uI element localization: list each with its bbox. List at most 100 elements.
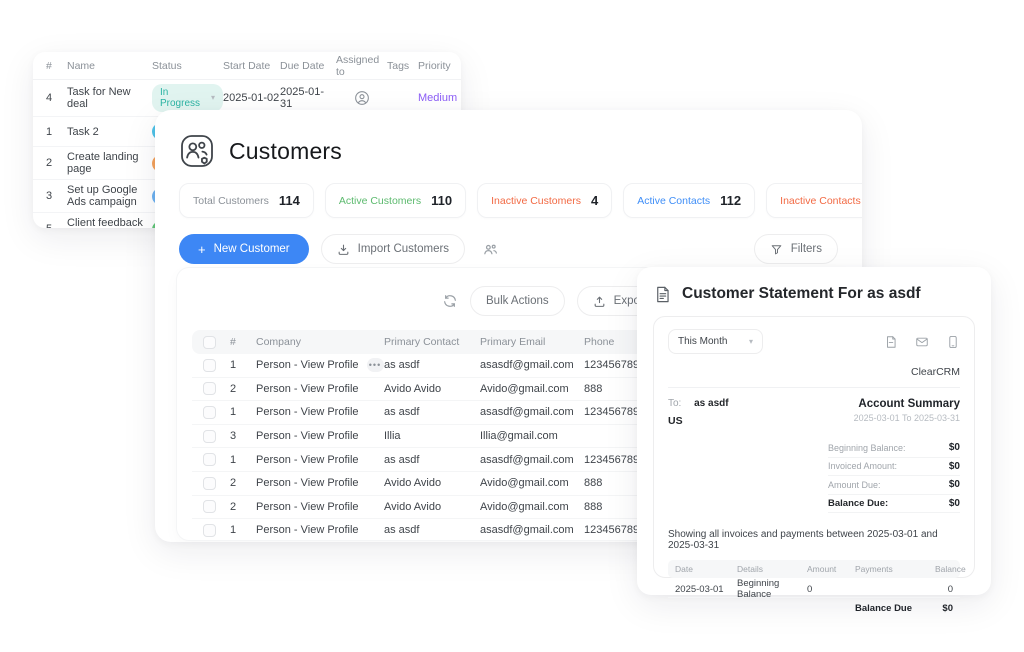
stat-card-active-customers: Active Customers 110 [325,183,466,218]
stat-value: 4 [591,193,598,208]
invoice-row: 2025-03-01 Beginning Balance 0 0 [668,578,960,598]
email-icon[interactable] [915,335,929,349]
primary-email: asasdf@gmail.com [480,406,584,418]
bulk-actions-button[interactable]: Bulk Actions [470,286,565,316]
col-company: Company [256,336,384,348]
stat-card-total-customers: Total Customers 114 [179,183,314,218]
period-select-value: This Month [678,336,727,347]
row-number: 3 [230,430,256,442]
stat-label: Inactive Contacts [780,195,861,207]
primary-contact: Avido Avido [384,501,480,513]
task-name: Task 2 [67,126,152,138]
priority-label: Medium [418,92,457,104]
company-link[interactable]: Person - View Profile [256,383,384,395]
col-status: Status [152,60,223,72]
row-checkbox[interactable] [203,430,216,443]
invoice-table-footer: Balance Due $0 [668,598,960,618]
plus-icon: + [198,243,206,256]
stat-value: 114 [279,193,300,208]
priority-dropdown[interactable]: Medium ▾ [418,92,461,104]
primary-contact: as asdf [384,454,480,466]
company-link[interactable]: Person - View Profile [256,430,384,442]
summary-row: Amount Due: $0 [828,476,960,495]
download-icon [337,243,350,256]
col-priority: Priority [418,60,455,72]
primary-email: Avido@gmail.com [480,501,584,513]
row-checkbox[interactable] [203,406,216,419]
company-link[interactable]: Person - View Profile [256,406,384,418]
primary-contact: as asdf [384,406,480,418]
col-primary-email: Primary Email [480,336,584,348]
row-checkbox[interactable] [203,500,216,513]
row-number: 1 [230,454,256,466]
filter-icon [770,243,783,256]
filters-button[interactable]: Filters [754,234,838,264]
task-name: Task for New deal [67,86,152,110]
invoice-table-header: Date Details Amount Payments Balance [668,560,960,578]
new-customer-button[interactable]: + New Customer [179,234,309,264]
balance-due-label: Balance Due [855,603,935,614]
import-customers-label: Import Customers [358,243,449,255]
row-number: 1 [230,359,256,371]
tasks-table-header: # Name Status Start Date Due Date Assign… [33,52,461,80]
row-number: 1 [230,406,256,418]
col-due-date: Due Date [280,60,336,72]
phone-icon[interactable] [946,335,960,349]
row-checkbox[interactable] [203,359,216,372]
col-details: Details [737,564,807,574]
invoice-date: 2025-03-01 [675,584,737,595]
brand-name: ClearCRM [668,366,960,378]
stat-label: Total Customers [193,195,269,207]
company-link[interactable]: Person - View Profile [256,454,384,466]
primary-contact: as asdf [384,524,480,536]
row-checkbox[interactable] [203,524,216,537]
statement-title: Customer Statement For as asdf [682,285,921,303]
col-tags: Tags [387,60,418,72]
company-link[interactable]: Person - View Profile [256,501,384,513]
upload-icon [593,295,606,308]
col-num: # [230,336,256,348]
primary-contact: as asdf [384,359,480,371]
account-summary-title: Account Summary [854,398,960,410]
company-link[interactable]: Person - View Profile [256,524,384,536]
row-checkbox[interactable] [203,453,216,466]
col-start-date: Start Date [223,60,280,72]
invoice-balance: 0 [935,584,953,595]
refresh-icon[interactable] [442,293,458,309]
col-primary-contact: Primary Contact [384,336,480,348]
summary-row: Beginning Balance: $0 [828,439,960,458]
to-label: To: [668,398,681,409]
customer-name: as asdf [694,398,728,409]
col-num: # [46,60,67,72]
contacts-group-button[interactable] [477,234,504,264]
summary-label: Beginning Balance: [828,443,906,453]
col-payments: Payments [855,564,935,574]
row-checkbox[interactable] [203,382,216,395]
status-dropdown[interactable]: In Progress ▾ [152,84,223,112]
primary-email: Illia@gmail.com [480,430,584,442]
stat-card-inactive-customers: Inactive Customers 4 [477,183,612,218]
row-number: 2 [230,477,256,489]
company-link[interactable]: Person - View Profile [256,477,384,489]
row-number: 2 [230,501,256,513]
task-start-date: 2025-01-02 [223,92,280,104]
account-summary-box: Beginning Balance: $0 Invoiced Amount: $… [828,439,960,513]
summary-label: Invoiced Amount: [828,461,897,471]
primary-email: asasdf@gmail.com [480,359,584,371]
task-name: Create landing page [67,151,152,175]
stat-label: Active Contacts [637,195,710,207]
page-title: Customers [229,138,342,165]
task-number: 1 [46,126,67,138]
pdf-icon[interactable] [884,335,898,349]
company-link[interactable]: Person - View Profile [256,359,359,371]
row-checkbox[interactable] [203,477,216,490]
period-select[interactable]: This Month ▾ [668,329,763,354]
assignee-avatar-icon[interactable] [336,90,387,106]
task-name: Set up Google Ads campaign [67,184,152,208]
stat-value: 110 [431,193,452,208]
people-group-icon [482,241,499,258]
import-customers-button[interactable]: Import Customers [321,234,465,264]
more-icon[interactable]: ••• [367,358,384,372]
select-all-checkbox[interactable] [203,336,216,349]
primary-contact: Illia [384,430,480,442]
